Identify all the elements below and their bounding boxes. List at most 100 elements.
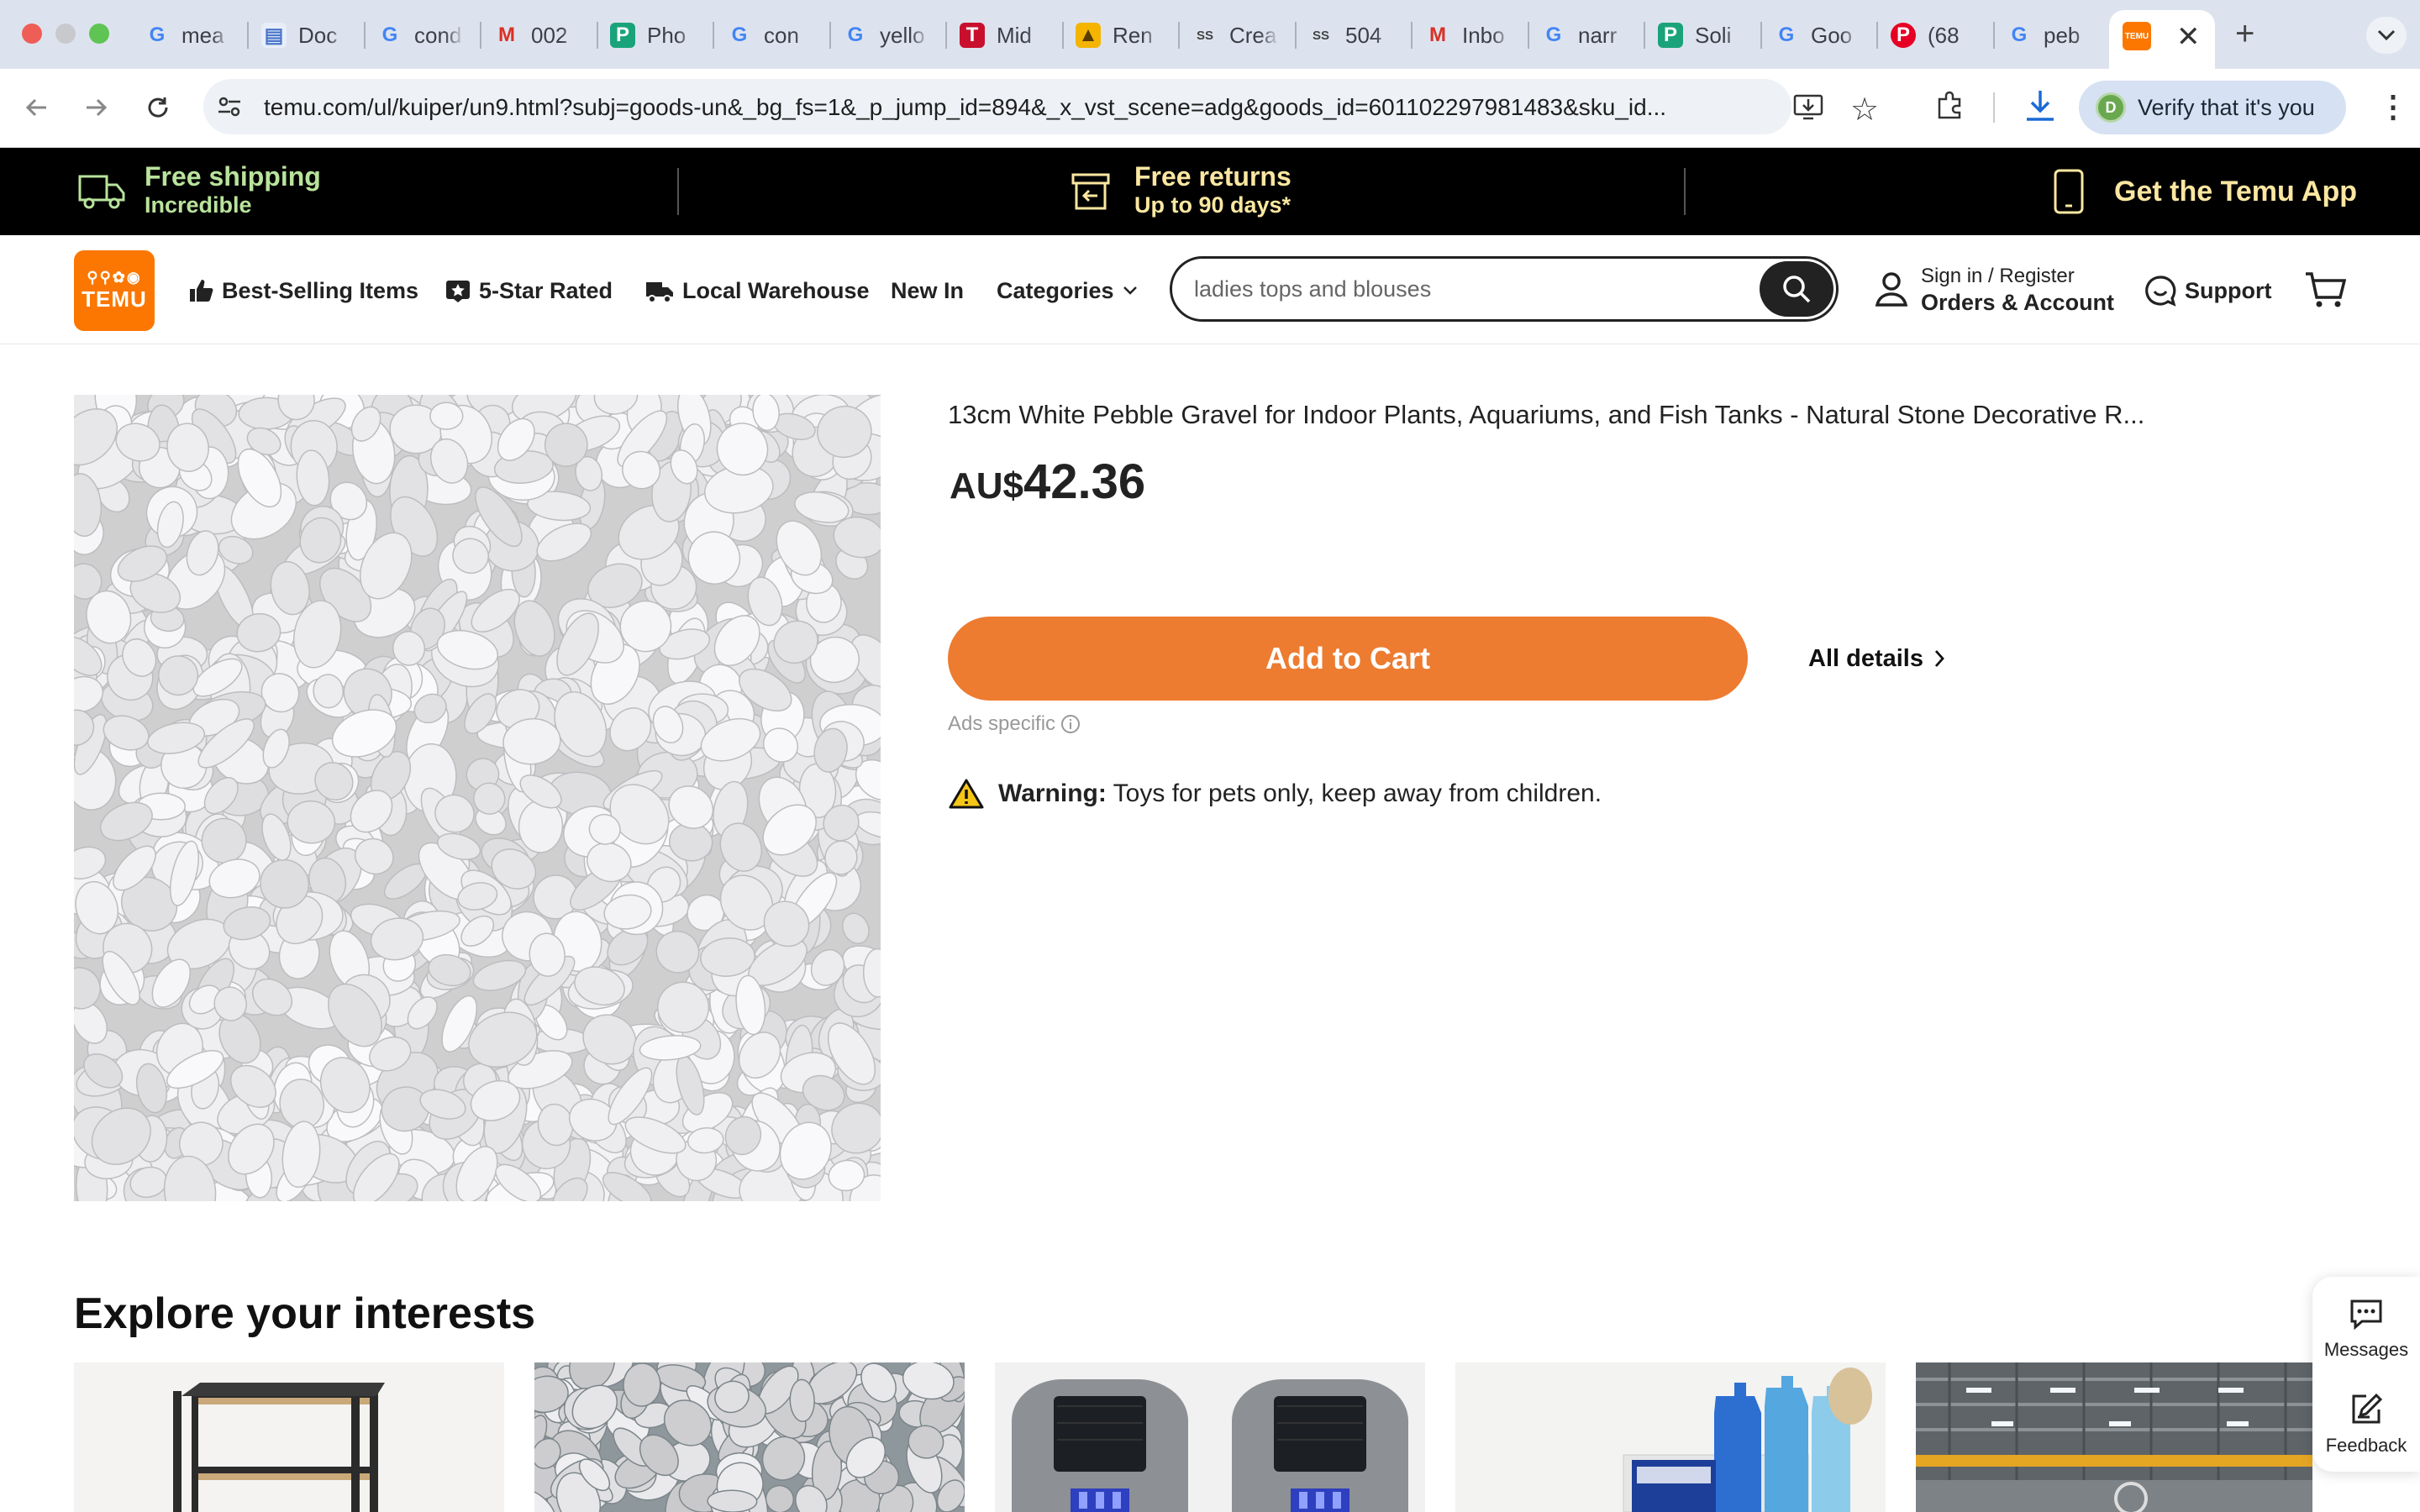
nav-local-warehouse-label: Local Warehouse (682, 277, 870, 303)
messages-button[interactable]: Messages (2312, 1299, 2420, 1361)
account-icon[interactable] (1874, 270, 1909, 312)
forward-button[interactable] (74, 86, 118, 129)
active-tab[interactable]: TEMU ✕ (2109, 10, 2215, 69)
back-button[interactable] (15, 86, 59, 129)
feedback-edit-icon (2352, 1393, 2383, 1424)
warning-notice: Warning: Toys for pets only, keep away f… (948, 778, 1602, 810)
nav-best-selling[interactable]: Best-Selling Items (188, 270, 418, 311)
product-price: AU$ 42.36 (950, 454, 1145, 512)
browser-tab[interactable]: ▤ Doc (251, 12, 367, 59)
explore-card-solar-lights[interactable] (995, 1362, 1425, 1512)
maximize-window-button[interactable] (89, 24, 109, 44)
browser-tab[interactable]: Gcon (717, 12, 833, 59)
explore-card-warehouse[interactable] (1916, 1362, 2312, 1512)
laundry-organizer-image (1623, 1368, 1872, 1512)
product-image[interactable] (74, 395, 881, 1201)
reload-button[interactable] (136, 86, 180, 129)
browser-tab-label: cond (414, 22, 462, 48)
star-badge-icon (446, 281, 470, 302)
browser-tab[interactable]: P (68 (1881, 12, 1996, 59)
browser-menu-icon[interactable]: ⋮ (2378, 89, 2408, 124)
free-returns-banner[interactable]: Free returns Up to 90 days* (1134, 161, 1292, 218)
metal-shelf-image (173, 1383, 385, 1512)
verify-label: Verify that it's you (2138, 94, 2315, 120)
white-pebbles-image (74, 395, 881, 1201)
new-tab-button[interactable]: + (2235, 15, 2254, 53)
search-button[interactable] (1760, 261, 1833, 317)
browser-tab[interactable]: Gmea (134, 12, 250, 59)
pebbles-image (534, 1362, 965, 1512)
sign-in-label: Sign in / Register (1921, 265, 2075, 287)
browser-tab[interactable]: M Inbo (1415, 12, 1531, 59)
browser-tab-label: (68 (1928, 22, 1960, 48)
explore-section-title: Explore your interests (74, 1289, 536, 1338)
pinterest-icon: P (1891, 23, 1916, 48)
nav-categories[interactable]: Categories (997, 270, 1138, 311)
add-to-cart-button[interactable]: Add to Cart (948, 617, 1748, 701)
nav-five-star[interactable]: 5-Star Rated (445, 270, 613, 311)
downloads-icon[interactable] (2023, 87, 2057, 129)
explore-card-pebbles[interactable] (534, 1362, 965, 1512)
ads-specific-note[interactable]: Ads specific (948, 712, 1081, 736)
site-info-icon[interactable] (215, 92, 244, 125)
messages-icon (2350, 1299, 2382, 1331)
support-label: Support (2185, 277, 2272, 303)
free-returns-subtitle: Up to 90 days* (1134, 192, 1292, 218)
close-window-button[interactable] (22, 24, 42, 44)
google-icon: G (2011, 24, 2028, 46)
nav-new-in[interactable]: New In (891, 270, 964, 311)
browser-tab[interactable]: Gyello (833, 12, 949, 59)
price-currency: AU$ (950, 465, 1024, 507)
browser-tab[interactable]: M 002 (484, 12, 600, 59)
browser-tab[interactable]: Gcond (367, 12, 483, 59)
feedback-button[interactable]: Feedback (2312, 1393, 2420, 1457)
return-box-icon (1071, 171, 1111, 216)
temu-logo[interactable]: ⚲⚲✿◉ TEMU (74, 250, 155, 331)
cart-icon[interactable] (2304, 270, 2347, 313)
reload-icon (148, 97, 168, 118)
minimize-window-button[interactable] (55, 24, 76, 44)
tab-separator (1295, 22, 1297, 49)
explore-card-shelving[interactable] (74, 1362, 504, 1512)
tab-separator (480, 22, 481, 49)
browser-tab[interactable]: G Goo (1764, 12, 1880, 59)
browser-tab[interactable]: T Mid (950, 12, 1065, 59)
verify-identity-button[interactable]: D Verify that it's you (2079, 81, 2346, 134)
ss-icon: SS (1312, 28, 1329, 43)
tab-separator (597, 22, 598, 49)
install-app-icon[interactable] (1793, 92, 1823, 125)
temu-icon: TEMU (2123, 22, 2151, 50)
orders-account-label: Orders & Account (1921, 290, 2115, 315)
url-text[interactable]: temu.com/ul/kuiper/un9.html?subj=goods-u… (264, 91, 1768, 124)
promo-divider (1684, 168, 1686, 215)
forward-arrow-icon (87, 98, 108, 117)
tab-search-button[interactable] (2366, 17, 2407, 54)
support-link[interactable]: Support (2144, 270, 2271, 311)
browser-tab[interactable]: Gpeb (1996, 12, 2112, 59)
bookmark-star-icon[interactable]: ☆ (1850, 91, 1879, 129)
feedback-label: Feedback (2325, 1435, 2407, 1456)
explore-card-laundry[interactable] (1455, 1362, 1886, 1512)
browser-tab-label: 002 (531, 22, 568, 48)
google-icon: G (149, 24, 166, 46)
close-tab-icon[interactable]: ✕ (2176, 20, 2201, 54)
all-details-link[interactable]: All details (1808, 640, 1945, 677)
browser-tab[interactable]: Gnarr (1531, 12, 1647, 59)
free-returns-title: Free returns (1134, 161, 1292, 192)
tab-separator (945, 22, 947, 49)
browser-tab[interactable]: ▲ Ren (1065, 12, 1181, 59)
solar-lights-image (1012, 1379, 1408, 1512)
browser-tab[interactable]: P Pho (600, 12, 716, 59)
tab-separator (1411, 22, 1413, 49)
free-shipping-banner[interactable]: Free shipping Incredible (145, 161, 321, 218)
browser-tab[interactable]: SS Crea (1182, 12, 1298, 59)
browser-tab[interactable]: P Soli (1648, 12, 1764, 59)
gmail-icon: M (1429, 24, 1446, 46)
extensions-icon[interactable] (1934, 91, 1965, 125)
get-app-link[interactable]: Get the Temu App (2114, 176, 2357, 207)
account-menu[interactable]: Sign in / Register Orders & Account (1921, 264, 2114, 316)
search-input[interactable]: ladies tops and blouses (1170, 256, 1839, 322)
browser-tab[interactable]: SS 504 (1298, 12, 1414, 59)
nav-local-warehouse[interactable]: Local Warehouse (645, 270, 870, 311)
tab-separator (1876, 22, 1878, 49)
